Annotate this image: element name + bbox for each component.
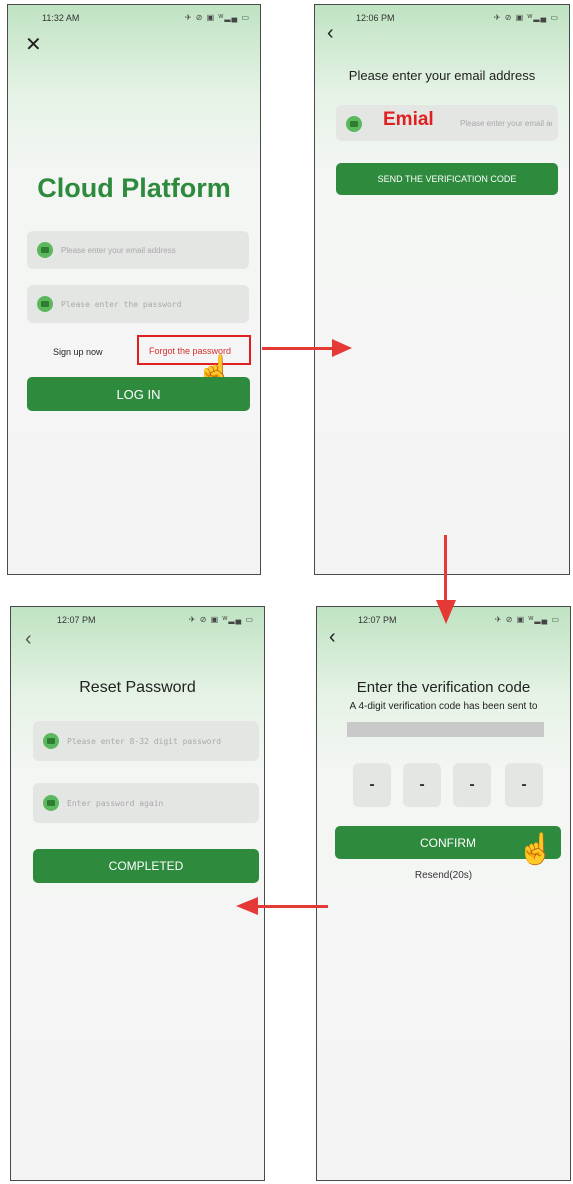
tap-hand-icon: ☝ — [517, 833, 555, 866]
lock-icon — [37, 296, 53, 312]
lock-icon — [43, 733, 59, 749]
login-screen: 11:32 AM ✈ ⊘ ▣ ᵂ▂▄ ▭ ✕ Cloud Platform Si… — [7, 4, 261, 575]
confirm-password-input[interactable] — [67, 783, 253, 823]
flow-arrow-right-line — [262, 347, 334, 350]
verification-screen: ‹ 12:07 PM ✈ ⊘ ▣ ᵂ▂▄ ▭ Enter the verific… — [316, 606, 571, 1181]
redacted-email — [347, 722, 544, 737]
reset-password-screen: ‹ 12:07 PM ✈ ⊘ ▣ ᵂ▂▄ ▭ Reset Password CO… — [10, 606, 265, 1181]
code-digit-1[interactable]: - — [353, 763, 391, 807]
close-icon[interactable]: ✕ — [25, 35, 42, 55]
flow-arrow-down-head — [436, 600, 456, 624]
code-digit-4[interactable]: - — [505, 763, 543, 807]
password-input[interactable] — [61, 285, 243, 323]
reset-heading: Reset Password — [79, 679, 196, 696]
confirm-password-field[interactable] — [33, 783, 259, 823]
resend-link[interactable]: Resend(20s) — [317, 870, 570, 881]
email-input[interactable] — [61, 231, 243, 269]
back-icon[interactable]: ‹ — [327, 23, 334, 43]
app-title: Cloud Platform — [37, 173, 231, 203]
flow-arrow-right-head — [332, 339, 352, 357]
status-time: 11:32 AM — [42, 13, 80, 23]
lock-icon — [43, 795, 59, 811]
status-icons: ✈ ⊘ ▣ ᵂ▂▄ ▭ — [184, 13, 250, 22]
email-icon — [37, 242, 53, 258]
code-digit-3[interactable]: - — [453, 763, 491, 807]
new-password-input[interactable] — [67, 721, 253, 761]
flow-arrow-left-head — [236, 897, 258, 915]
status-time: 12:07 PM — [57, 615, 96, 625]
code-digit-2[interactable]: - — [403, 763, 441, 807]
back-icon[interactable]: ‹ — [25, 629, 32, 649]
back-icon[interactable]: ‹ — [329, 627, 336, 647]
verification-heading: Enter the verification code — [356, 679, 531, 696]
completed-button[interactable]: COMPLETED — [33, 849, 259, 883]
status-time: 12:06 PM — [356, 13, 395, 23]
email-field[interactable] — [336, 105, 558, 141]
signup-link[interactable]: Sign up now — [53, 347, 103, 357]
status-icons: ✈ ⊘ ▣ ᵂ▂▄ ▭ — [494, 615, 560, 624]
new-password-field[interactable] — [33, 721, 259, 761]
verification-subtext: A 4-digit verification code has been sen… — [349, 701, 538, 712]
login-button[interactable]: LOG IN — [27, 377, 250, 411]
send-code-button[interactable]: SEND THE VERIFICATION CODE — [336, 163, 558, 195]
email-field[interactable] — [27, 231, 249, 269]
status-icons: ✈ ⊘ ▣ ᵂ▂▄ ▭ — [493, 13, 559, 22]
status-time: 12:07 PM — [358, 615, 397, 625]
email-heading: Please enter your email address — [348, 68, 536, 83]
flow-arrow-down-line — [444, 535, 447, 603]
password-field[interactable] — [27, 285, 249, 323]
email-screen: ‹ 12:06 PM ✈ ⊘ ▣ ᵂ▂▄ ▭ Please enter your… — [314, 4, 570, 575]
status-icons: ✈ ⊘ ▣ ᵂ▂▄ ▭ — [188, 615, 254, 624]
email-annotation-label: Emial — [383, 109, 434, 130]
email-icon — [346, 116, 362, 132]
flow-arrow-left-line — [256, 905, 328, 908]
